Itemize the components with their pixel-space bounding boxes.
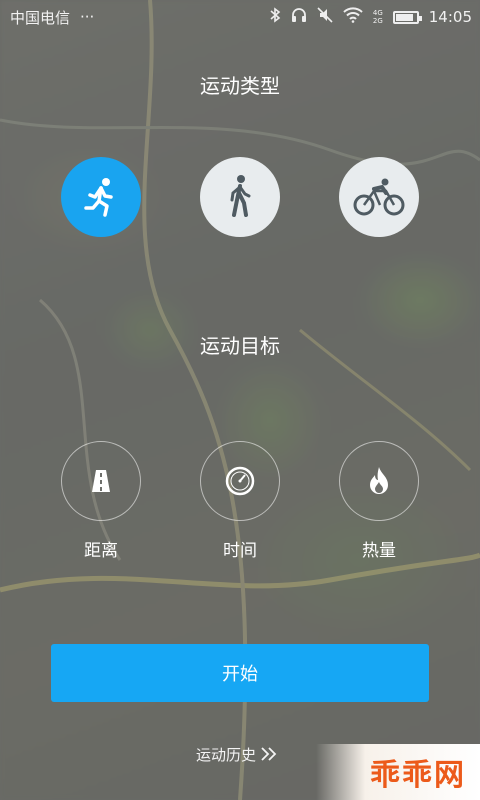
wifi-icon: [343, 7, 363, 27]
goal-time-button[interactable]: [200, 441, 280, 521]
goal-calories-label: 热量: [362, 541, 396, 561]
road-icon: [92, 470, 110, 492]
clock-icon: [225, 466, 255, 496]
goal-distance-label: 距离: [84, 541, 118, 561]
carrier-label: 中国电信: [10, 8, 71, 27]
goal-time-label: 时间: [223, 541, 257, 561]
net-top-label: 4G: [372, 9, 383, 17]
goal-calories-button[interactable]: [339, 441, 419, 521]
sport-goal-title: 运动目标: [200, 334, 280, 358]
sport-type-run-button[interactable]: [61, 157, 141, 237]
more-notifications-icon: ···: [80, 8, 95, 26]
battery-level-fill: [395, 13, 413, 21]
sport-type-walk-button[interactable]: [200, 157, 280, 237]
walking-icon: [230, 175, 251, 217]
sport-type-title: 运动类型: [200, 74, 280, 98]
watermark-text: 乖乖网: [370, 758, 466, 793]
sport-history-label: 运动历史: [196, 745, 257, 764]
running-icon: [84, 178, 113, 217]
network-type-indicator: 4G 2G: [373, 9, 383, 25]
start-button[interactable]: 开始: [51, 644, 429, 702]
goal-distance-button[interactable]: [61, 441, 141, 521]
sport-type-bike-button[interactable]: [339, 157, 419, 237]
bluetooth-icon: [269, 7, 281, 27]
battery-icon: [392, 10, 422, 24]
flame-icon: [370, 467, 388, 494]
headphones-icon: [291, 7, 307, 27]
status-bar: 中国电信 ··· 4G 2G 14:05: [0, 0, 480, 34]
mute-icon: [317, 7, 333, 27]
watermark: 乖乖网: [316, 744, 480, 800]
clock-time: 14:05: [428, 8, 472, 26]
double-chevron-right-icon: [261, 747, 277, 761]
sport-history-link[interactable]: 运动历史: [196, 742, 278, 766]
cycling-icon: [353, 178, 405, 216]
net-bottom-label: 2G: [372, 17, 383, 25]
